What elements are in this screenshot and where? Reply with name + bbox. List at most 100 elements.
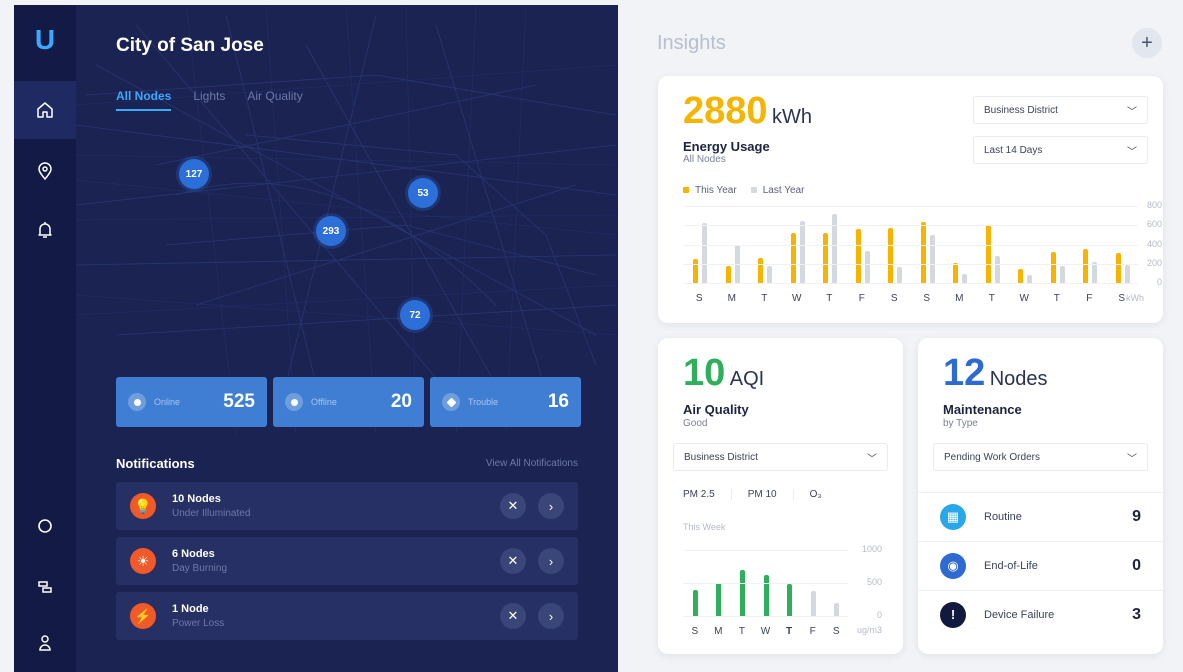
dismiss-button[interactable]: ✕ [500,493,526,519]
chart-bar [920,222,926,283]
chevron-right-icon: › [548,608,554,624]
air-quality-card: 10 AQI Air Quality Good Business Distric… [658,338,903,654]
gridline [683,206,1138,207]
x-tick-label: S [1118,293,1126,304]
lightning-icon: ⚡ [130,603,156,629]
sidebar-item-location[interactable] [14,142,76,200]
air-quality-title: Air Quality [683,402,749,417]
open-button[interactable]: › [538,493,564,519]
notification-item[interactable]: ☀ 6 Nodes Day Burning ✕ › [116,537,578,585]
maintenance-subtitle: by Type [943,418,978,429]
maintenance-row-end-of-life[interactable]: ◉ End-of-Life 0 [918,541,1163,589]
stat-card-trouble[interactable]: Trouble 16 [430,377,581,427]
chevron-down-icon: ﹀ [867,453,877,465]
stat-card-online[interactable]: Online 525 [116,377,267,427]
x-tick-label: S [923,293,931,304]
chart-bar [702,223,708,283]
chart-bar [864,251,870,283]
chart-bar [787,584,793,616]
chevron-right-icon: › [548,553,554,569]
notification-item[interactable]: 💡 10 Nodes Under Illuminated ✕ › [116,482,578,530]
notification-subtitle: Under Illuminated [172,508,251,519]
x-tick-label: M [714,626,723,637]
dismiss-button[interactable]: ✕ [500,548,526,574]
open-button[interactable]: › [538,603,564,629]
home-icon [37,102,53,118]
sidebar-item-settings[interactable] [14,497,76,555]
city-map[interactable] [76,5,618,435]
open-button[interactable]: › [538,548,564,574]
calendar-icon: ▦ [940,503,966,530]
x-tick-label: S [695,293,703,304]
map-tabs: All Nodes Lights Air Quality [116,89,303,111]
sidebar-item-alerts[interactable] [14,201,76,259]
sidebar-item-profile[interactable] [14,614,76,672]
map-cluster-marker[interactable]: 127 [179,159,209,189]
tab-o3[interactable]: O₃ [794,489,838,500]
range-select[interactable]: Last 14 Days ﹀ [973,136,1148,164]
air-unit-label: ug/m3 [857,625,883,635]
y-tick-label: 0 [1156,277,1162,287]
gridline [683,263,1138,265]
chart-bar [739,569,745,616]
energy-subtitle: All Nodes [683,154,726,165]
map-cluster-marker[interactable]: 72 [400,300,430,330]
trouble-diamond-icon [442,393,460,411]
tab-all-nodes[interactable]: All Nodes [116,89,172,111]
stat-card-offline[interactable]: Offline 20 [273,377,424,427]
air-quality-subtitle: Good [683,418,708,429]
sidebar-item-home[interactable] [14,81,76,139]
maintenance-row-device-failure[interactable]: ! Device Failure 3 [918,590,1163,638]
tab-lights[interactable]: Lights [193,89,225,111]
district-select[interactable]: Business District ﹀ [973,96,1148,124]
tab-pm10[interactable]: PM 10 [732,489,794,500]
stat-value: 16 [547,391,569,412]
y-tick-label: 0 [876,610,882,620]
energy-card: 2880 kWh Energy Usage All Nodes Business… [658,76,1163,323]
chart-bar [790,232,796,283]
maintenance-count: 9 [1132,507,1141,525]
work-order-select[interactable]: Pending Work Orders ﹀ [933,443,1148,471]
app-logo: U [34,24,56,55]
chart-bar [929,234,935,283]
maintenance-card: 12 Nodes Maintenance by Type Pending Wor… [918,338,1163,654]
chart-bar [767,265,773,283]
chart-bar [888,228,894,283]
district-select-value: Business District [984,104,1058,116]
maintenance-row-routine[interactable]: ▦ Routine 9 [918,492,1163,540]
notification-subtitle: Day Burning [172,563,228,574]
x-tick-label: T [738,626,745,637]
x-tick-label: F [858,293,865,304]
notifications-header: Notifications View All Notifications [116,456,578,471]
sidebar-item-switch[interactable] [14,558,76,616]
view-all-notifications-link[interactable]: View All Notifications [486,458,578,469]
chart-bar [1115,253,1121,283]
bulb-icon: ◉ [940,552,966,579]
chart-bar [799,221,805,283]
x-tick-label: T [1053,293,1060,304]
y-tick-label: 200 [1146,257,1162,268]
user-icon [39,635,51,651]
page-title: City of San Jose [116,35,264,56]
left-panel: U City of San Jose All Nodes Lights Air … [14,5,618,672]
notifications-list: 💡 10 Nodes Under Illuminated ✕ › ☀ 6 Nod… [116,482,578,647]
dismiss-button[interactable]: ✕ [500,603,526,629]
x-tick-label: S [691,626,699,637]
map-cluster-marker[interactable]: 53 [408,178,438,208]
maintenance-label: Routine [984,510,1022,523]
air-district-select[interactable]: Business District ﹀ [673,443,888,471]
map-cluster-marker[interactable]: 293 [316,216,346,246]
maintenance-unit: Nodes [989,368,1048,390]
gridline [683,550,848,551]
tab-pm25[interactable]: PM 2.5 [683,489,732,500]
notification-item[interactable]: ⚡ 1 Node Power Loss ✕ › [116,592,578,640]
add-widget-button[interactable]: + [1132,28,1162,58]
energy-value: 2880 [683,90,768,132]
x-tick-label: M [727,293,736,304]
sun-icon: ☀ [130,548,156,574]
air-district-value: Business District [684,451,758,463]
chart-bar [832,213,838,283]
legend-this-year: This Year [683,185,737,196]
work-order-value: Pending Work Orders [944,451,1040,463]
tab-air-quality[interactable]: Air Quality [247,89,302,111]
